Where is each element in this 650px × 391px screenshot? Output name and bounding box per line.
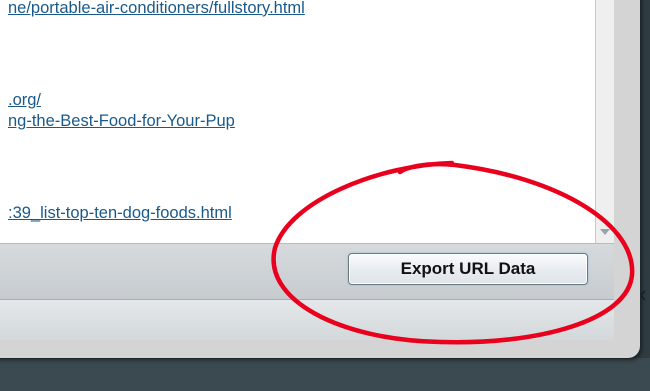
scroll-down-arrow-icon[interactable] [600, 229, 610, 235]
url-link[interactable]: :39_list-top-ten-dog-foods.html [8, 203, 232, 223]
url-link[interactable]: ng-the-Best-Food-for-Your-Pup [8, 111, 235, 131]
export-url-data-button[interactable]: Export URL Data [348, 253, 588, 285]
status-bar [0, 300, 614, 340]
background-area [0, 358, 650, 391]
button-bar: Export URL Data [0, 244, 614, 300]
vertical-scrollbar[interactable] [595, 0, 614, 243]
url-list: ne/portable-air-conditioners/fullstory.h… [0, 0, 596, 243]
screen: × ne/portable-air-conditioners/fullstory… [0, 0, 650, 391]
url-list-panel: ne/portable-air-conditioners/fullstory.h… [0, 0, 614, 244]
url-link[interactable]: ne/portable-air-conditioners/fullstory.h… [8, 0, 305, 18]
dialog-content: ne/portable-air-conditioners/fullstory.h… [0, 0, 614, 340]
url-link[interactable]: .org/ [8, 90, 41, 110]
url-export-dialog: ne/portable-air-conditioners/fullstory.h… [0, 0, 640, 358]
